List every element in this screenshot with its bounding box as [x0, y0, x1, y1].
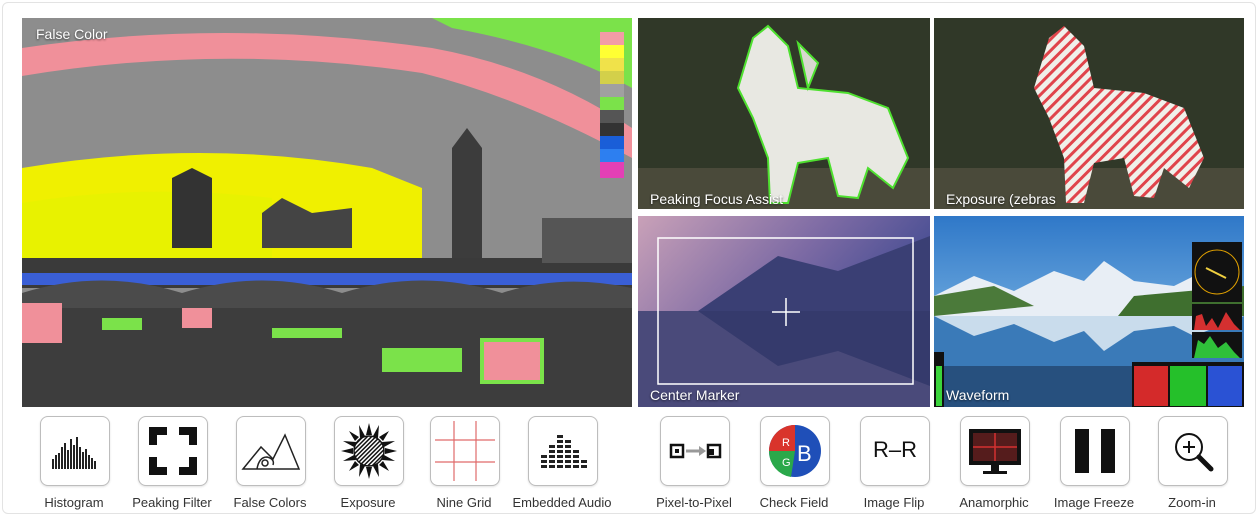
check-field-r: R [782, 437, 790, 449]
false-color-scale [600, 32, 624, 178]
feature-label: Zoom-in [1168, 495, 1216, 510]
nine-grid-icon [430, 416, 500, 486]
waveform-caption: Waveform [946, 387, 1010, 403]
image-freeze-icon [1060, 416, 1130, 486]
peaking-caption: Peaking Focus Assist [650, 191, 784, 207]
false-colors-icon [236, 416, 306, 486]
waveform-image [934, 216, 1244, 407]
false-color-caption: False Color [36, 26, 108, 42]
peaking-image [638, 18, 930, 209]
check-field-b: B [797, 441, 812, 466]
pixel-to-pixel-icon [660, 416, 730, 486]
embedded-audio-icon [528, 416, 598, 486]
false-color-image [22, 18, 632, 407]
zebras-image [934, 18, 1244, 209]
anamorphic-icon [960, 416, 1030, 486]
waveform-panel: Waveform [934, 216, 1244, 407]
histogram-icon [40, 416, 110, 486]
feature-label: Embedded Audio [512, 495, 612, 510]
feature-zoom-in[interactable]: Zoom-in [1142, 416, 1242, 516]
exposure-icon [334, 416, 404, 486]
image-flip-icon: R–R [860, 416, 930, 486]
zebras-caption: Exposure (zebras [946, 191, 1056, 207]
false-color-panel: False Color [22, 18, 632, 407]
check-field-icon: R G B [760, 416, 830, 486]
check-field-g: G [782, 457, 791, 469]
center-marker-panel: Center Marker [638, 216, 930, 407]
zoom-in-icon [1158, 416, 1228, 486]
feature-embedded-audio[interactable]: Embedded Audio [512, 416, 612, 516]
peaking-panel: Peaking Focus Assist [638, 18, 930, 209]
zebras-panel: Exposure (zebras [934, 18, 1244, 209]
center-marker-caption: Center Marker [650, 387, 740, 403]
center-marker-image [638, 216, 930, 407]
peaking-filter-icon [138, 416, 208, 486]
image-flip-glyph: R–R [872, 437, 917, 462]
